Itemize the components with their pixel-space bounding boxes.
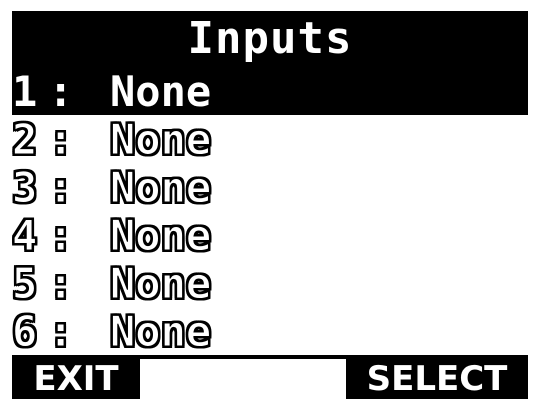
input-value: None: [109, 114, 212, 164]
inputs-list: 1 : None 2 : None 3 : None 4 : None 5 : …: [12, 67, 528, 363]
input-separator: :: [48, 306, 74, 356]
input-value: None: [109, 258, 212, 308]
input-separator: :: [48, 258, 74, 308]
input-row-4[interactable]: 4 : None: [12, 210, 528, 260]
page-title: Inputs: [12, 11, 528, 67]
input-separator: :: [48, 210, 74, 260]
exit-button[interactable]: EXIT: [12, 359, 140, 399]
input-separator: :: [48, 162, 74, 212]
input-value: None: [109, 162, 212, 212]
input-number: 5: [12, 258, 38, 308]
input-number: 3: [12, 162, 38, 212]
input-number: 4: [12, 210, 38, 260]
input-separator: :: [48, 66, 74, 116]
input-value: None: [110, 66, 212, 116]
input-separator: :: [48, 114, 74, 164]
lcd-screen: Inputs 1 : None 2 : None 3 : None 4 : No…: [12, 11, 528, 399]
input-value: None: [109, 210, 212, 260]
input-row-2[interactable]: 2 : None: [12, 114, 528, 164]
input-row-6[interactable]: 6 : None: [12, 306, 528, 356]
input-value: None: [109, 306, 212, 356]
input-row-1[interactable]: 1 : None: [12, 66, 528, 116]
input-number: 2: [12, 114, 38, 164]
input-row-3[interactable]: 3 : None: [12, 162, 528, 212]
input-number: 1: [12, 66, 38, 116]
input-number: 6: [12, 306, 38, 356]
softkey-bar: EXIT SELECT: [12, 359, 528, 399]
select-button[interactable]: SELECT: [346, 359, 528, 399]
input-row-5[interactable]: 5 : None: [12, 258, 528, 308]
